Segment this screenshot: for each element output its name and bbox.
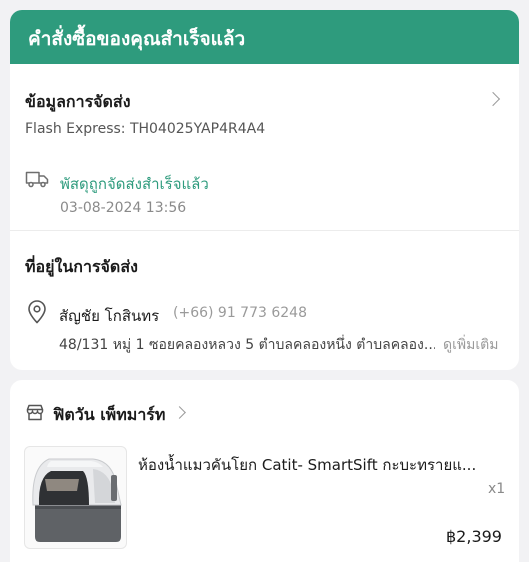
shipping-info-section[interactable]: ข้อมูลการจัดส่ง Flash Express: TH04025YA… [10,64,519,230]
product-image[interactable] [24,446,127,549]
address-line: 48/131 หมู่ 1 ซอยคลองหลวง 5 ตำบลคลองหนึ่… [59,337,435,353]
recipient-phone: (+66) 91 773 6248 [173,305,307,321]
order-success-banner: คำสั่งซื้อของคุณสำเร็จแล้ว [10,10,519,64]
store-icon [26,404,44,421]
delivery-timestamp: 03-08-2024 13:56 [60,200,187,216]
shop-header[interactable]: ฟิตวัน เพ็ทมาร์ท [10,380,519,430]
chevron-right-icon[interactable] [173,406,186,419]
chevron-right-icon[interactable] [485,91,501,107]
product-title[interactable]: ห้องน้ำแมวคันโยก Catit- SmartSift กะบะทร… [138,453,506,477]
truck-icon [25,171,49,188]
delivery-status: พัสดุถูกจัดส่งสำเร็จแล้ว [60,175,209,193]
location-pin-icon [28,300,46,324]
product-quantity: x1 [488,481,506,497]
see-more-link[interactable]: ดูเพิ่มเติม [443,334,498,356]
shipping-address-title: ที่อยู่ในการจัดส่ง [25,257,138,276]
order-status-card: คำสั่งซื้อของคุณสำเร็จแล้ว ข้อมูลการจัดส… [10,10,519,370]
carrier-tracking: Flash Express: TH04025YAP4R4A4 [25,121,266,137]
product-price: ฿2,399 [446,527,502,546]
order-item-card: ฟิตวัน เพ็ทมาร์ท ห้องน้ำแมวคันโยก Catit-… [10,380,519,562]
shipping-address-section[interactable]: ที่อยู่ในการจัดส่ง สัญชัย โกสินทร (+66) … [10,231,519,370]
shop-name: ฟิตวัน เพ็ทมาร์ท [53,405,166,424]
recipient-name: สัญชัย โกสินทร [59,307,160,325]
shipping-info-title: ข้อมูลการจัดส่ง [25,92,131,111]
